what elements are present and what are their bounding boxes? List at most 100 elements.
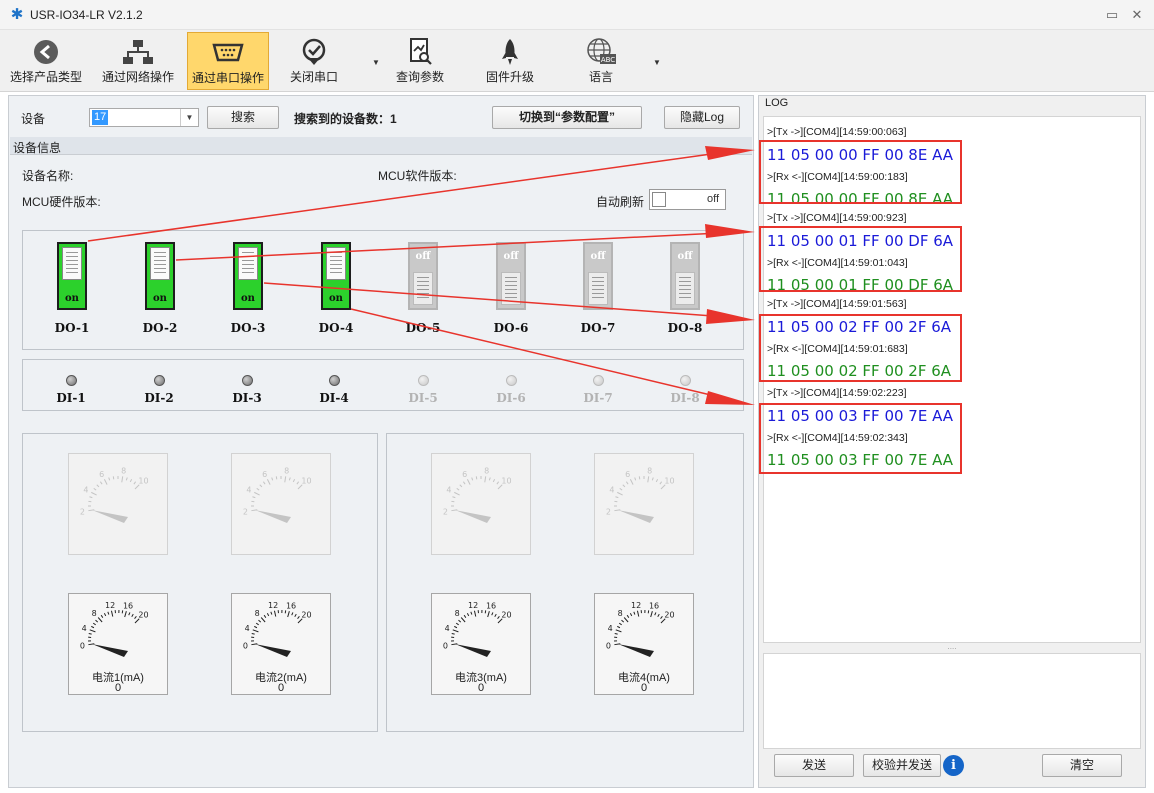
switch-lever [238,247,258,280]
gauge-dial: 2 4 6 8 10 [80,466,149,523]
gauge-tick-label: 0 [606,642,611,651]
auto-refresh-toggle[interactable]: off [649,189,726,210]
gauge-tick-label: 4 [609,486,614,495]
send-button[interactable]: 发送 [774,754,854,777]
current-value: 0 [477,682,485,694]
send-input[interactable] [763,653,1141,749]
di-led-2 [154,375,165,386]
di-label: DI-1 [56,391,86,405]
gauge-tick-label: 16 [649,601,659,610]
gauge-needle [92,644,128,657]
di-label: DI-5 [408,391,438,405]
gauge-tick-label: 0 [80,642,85,651]
gauge-tick-label: 10 [664,477,674,486]
minimize-button[interactable]: ▭ [1103,6,1121,24]
gauge-tick-label: 10 [138,477,148,486]
log-line: >[Tx ->][COM4][14:59:02:223] [767,387,907,399]
mcu-hardware-version-label: MCU硬件版本: [22,195,101,209]
gauge-tick-label: 10 [501,477,511,486]
do-switch-7[interactable]: off [583,242,613,310]
do-switch-1[interactable]: on [57,242,87,310]
switch-to-config-button[interactable]: 切换到“参数配置” [492,106,642,129]
search-button[interactable]: 搜索 [207,106,279,129]
gauge-tick-label: 12 [268,601,278,610]
tb-firmware-upgrade-button[interactable]: 固件升级 [475,32,545,90]
tb-serial-button[interactable]: 通过串口操作 [187,32,269,90]
globe-abc-icon: ABC [587,38,616,64]
do-switch-8[interactable]: off [670,242,700,310]
gauge-needle [92,510,128,523]
auto-refresh-state: off [706,193,719,205]
gauge-tick-label: 4 [445,624,450,633]
tb-select-product-button[interactable]: 选择产品类型 [3,32,89,90]
language-dropdown-icon[interactable]: ▼ [653,58,661,67]
gauge-dial: 2 4 6 8 10 [243,466,312,523]
gauge-tick-label: 2 [443,508,448,517]
gauge-tick-label: 0 [443,642,448,651]
gauge-tick-label: 12 [468,601,478,610]
info-icon[interactable]: i [943,755,964,776]
gauge-tick-label: 20 [664,611,674,620]
switch-lever [326,247,346,280]
gauge-tick-label: 6 [99,470,104,479]
check-circle-icon [302,38,326,65]
hide-log-button[interactable]: 隐藏Log [664,106,740,129]
close-serial-dropdown-icon[interactable]: ▼ [372,58,380,67]
rocket-icon [502,39,518,65]
switch-state: on [329,293,343,304]
control-panel: 设备 17 ▼ 搜索 搜索到的设备数：1 切换到“参数配置” 隐藏Log 设备信… [8,95,754,788]
di-label: DI-8 [670,391,700,405]
gauge-tick-label: 20 [138,611,148,620]
gauge-tick-label: 6 [262,470,267,479]
di-label: DI-6 [496,391,526,405]
tb-query-params-button[interactable]: 查询参数 [385,32,455,90]
annotation-box-4 [759,403,962,474]
tb-network-button[interactable]: 通过网络操作 [91,32,185,90]
gauge-tick-label: 6 [625,470,630,479]
annotation-box-3 [759,314,962,382]
gauge-tick-label: 20 [501,611,511,620]
do-switch-5[interactable]: off [408,242,438,310]
gauge-tick-label: 8 [647,466,652,475]
gauge-tick-label: 4 [246,486,251,495]
switch-state: off [503,251,519,262]
chevron-down-icon[interactable]: ▼ [180,109,198,126]
di-label: DI-3 [232,391,262,405]
tb-label: 固件升级 [485,70,534,84]
gauge-tick-label: 8 [484,466,489,475]
window-title: USR-IO34-LR V2.1.2 [30,8,143,22]
switch-lever [501,272,521,305]
tb-label: 选择产品类型 [9,70,82,84]
device-info-title: 设备信息 [13,141,62,155]
di-led-3 [242,375,253,386]
do-switch-4[interactable]: on [321,242,351,310]
gauge-tick-label: 2 [606,508,611,517]
do-switch-3[interactable]: on [233,242,263,310]
device-select[interactable]: 17 ▼ [89,108,199,127]
tb-close-serial-button[interactable]: 关闭串口 [277,32,351,90]
mcu-software-version-label: MCU软件版本: [378,169,457,183]
log-splitter[interactable]: .... [763,643,1141,652]
do-label: DO-5 [405,321,441,335]
gauge-tick-label: 4 [83,486,88,495]
clear-button[interactable]: 清空 [1042,754,1122,777]
current-gauge-3: 0 4 8 12 16 20 电流3(mA) 0 [431,593,531,695]
log-title: LOG [765,97,789,109]
annotation-box-2 [759,226,962,292]
gauge-tick-label: 4 [446,486,451,495]
switch-state: off [415,251,431,262]
close-button[interactable]: ✕ [1128,6,1146,24]
tb-label: 查询参数 [395,70,444,84]
check-and-send-button[interactable]: 校验并发送 [863,754,941,777]
gauge-tick-label: 2 [80,508,85,517]
gauge-tick-label: 0 [243,642,248,651]
do-switch-2[interactable]: on [145,242,175,310]
gauge-tick-label: 8 [618,609,623,618]
do-label: DO-1 [54,321,90,335]
do-switch-6[interactable]: off [496,242,526,310]
switch-state: off [590,251,606,262]
tb-language-button[interactable]: ABC 语言 [566,32,636,90]
gauge-tick-label: 12 [105,601,115,610]
gauge-needle [255,644,291,657]
voltage-gauge: 2 4 6 8 10 [231,453,331,555]
